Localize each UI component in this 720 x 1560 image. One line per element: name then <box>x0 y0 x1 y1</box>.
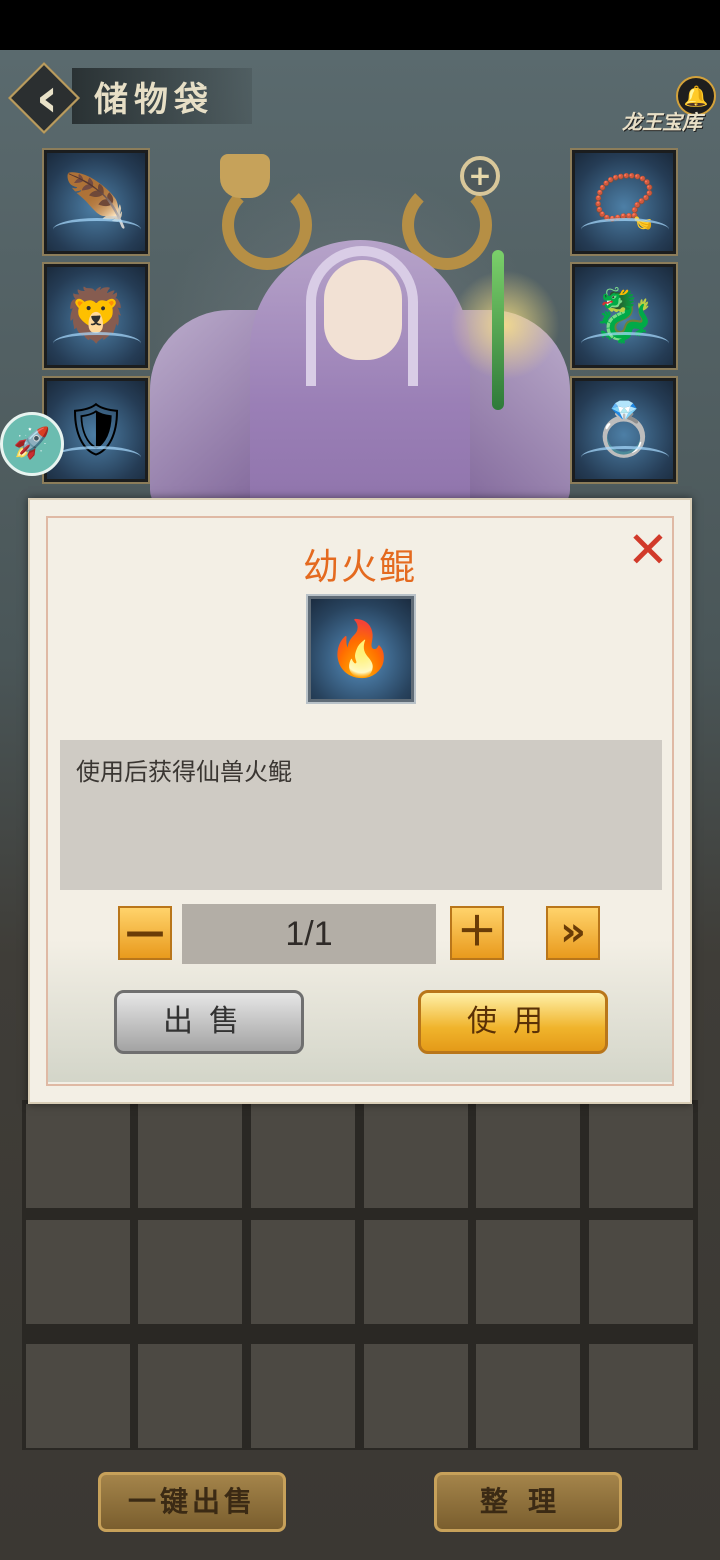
item-name: 幼火鲲 <box>302 547 417 588</box>
quantity-field[interactable] <box>182 904 436 964</box>
item-description: 使用后获得仙兽火鲲 <box>76 758 292 786</box>
game-screen: + ‹ 储物袋 🔔 龙王宝库 🪶 🦁 🛡 📿 🐉 💍 🚀 一键出售 整理 幼火鲲… <box>0 50 720 1560</box>
max-quantity-button[interactable]: » <box>546 906 600 960</box>
decrease-quantity-button[interactable]: — <box>118 906 172 960</box>
item-icon-frame: 🔥 <box>306 594 416 704</box>
sell-button[interactable]: 出售 <box>114 990 304 1054</box>
increase-quantity-button[interactable]: ＋ <box>450 906 504 960</box>
close-icon[interactable]: ✕ <box>624 525 672 575</box>
item-detail-dialog: 幼火鲲 ✕ 🔥 使用后获得仙兽火鲲 — ＋ » 出售 使用 <box>28 498 692 1104</box>
fire-fish-icon: 🔥 <box>327 617 395 680</box>
description-box: 使用后获得仙兽火鲲 <box>60 740 662 890</box>
use-button[interactable]: 使用 <box>418 990 608 1054</box>
